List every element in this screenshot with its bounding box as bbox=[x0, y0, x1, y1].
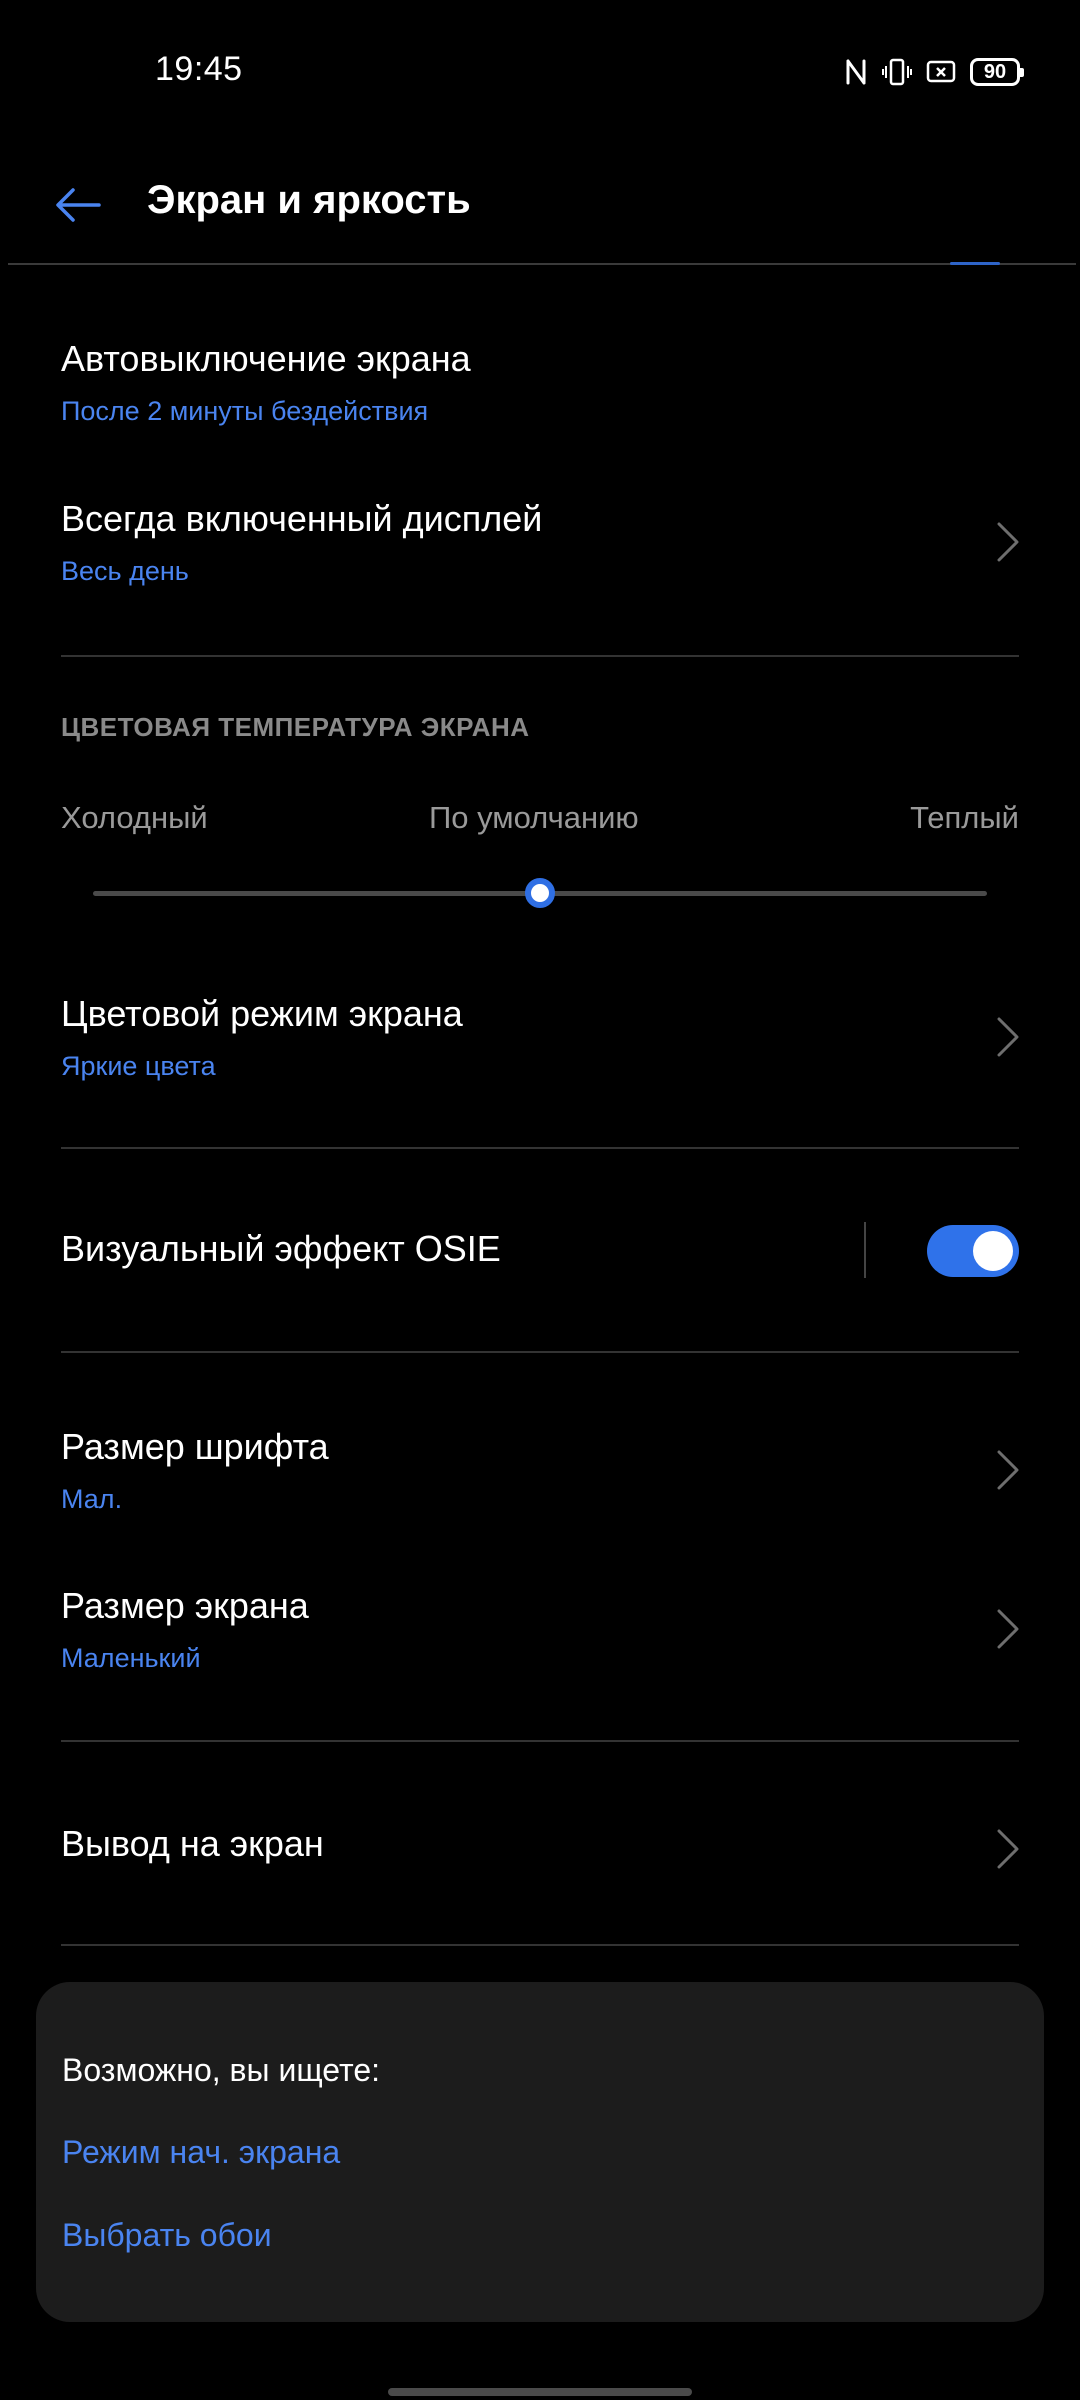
page-title: Экран и яркость bbox=[147, 178, 471, 222]
divider bbox=[61, 655, 1019, 657]
divider bbox=[61, 1351, 1019, 1353]
label-cold: Холодный bbox=[61, 800, 208, 835]
setting-always-on-display[interactable]: Всегда включенный дисплей Весь день bbox=[0, 490, 1080, 600]
setting-display-size[interactable]: Размер экрана Маленький bbox=[0, 1577, 1080, 1687]
display-brightness-screen: 19:45 90 Экран и яркость Автовыключение … bbox=[0, 0, 1080, 2400]
suggestions-title: Возможно, вы ищете: bbox=[62, 2052, 380, 2088]
label-warm: Теплый bbox=[910, 800, 1019, 835]
vibrate-icon bbox=[882, 57, 912, 87]
setting-title: Размер экрана bbox=[61, 1585, 309, 1626]
section-header-color-temperature: ЦВЕТОВАЯ ТЕМПЕРАТУРА ЭКРАНА bbox=[61, 712, 530, 742]
battery-icon: 90 bbox=[970, 58, 1024, 86]
battery-level: 90 bbox=[983, 60, 1007, 83]
setting-font-size[interactable]: Размер шрифта Мал. bbox=[0, 1418, 1080, 1528]
setting-value: Мал. bbox=[61, 1484, 123, 1514]
header-divider bbox=[8, 263, 1076, 265]
divider bbox=[61, 1147, 1019, 1149]
divider bbox=[61, 1740, 1019, 1742]
setting-value: Весь день bbox=[61, 556, 189, 586]
chevron-right-icon bbox=[997, 1450, 1019, 1490]
setting-title: Размер шрифта bbox=[61, 1426, 329, 1467]
nfc-icon bbox=[844, 58, 868, 86]
setting-osie-visual-effect: Визуальный эффект OSIE bbox=[0, 1220, 1080, 1290]
setting-title: Всегда включенный дисплей bbox=[61, 498, 543, 539]
chevron-right-icon bbox=[997, 522, 1019, 562]
status-time: 19:45 bbox=[155, 50, 243, 88]
toggle-separator bbox=[864, 1222, 866, 1278]
setting-color-mode[interactable]: Цветовой режим экрана Яркие цвета bbox=[0, 985, 1080, 1095]
setting-value: После 2 минуты бездействия bbox=[61, 396, 429, 426]
back-button[interactable] bbox=[48, 175, 108, 235]
toggle-knob bbox=[973, 1231, 1013, 1271]
screen-cast-icon bbox=[926, 59, 956, 85]
chevron-right-icon bbox=[997, 1609, 1019, 1649]
setting-title: Вывод на экран bbox=[61, 1823, 324, 1864]
setting-auto-screen-off[interactable]: Автовыключение экрана После 2 минуты без… bbox=[0, 330, 1080, 440]
status-icons: 90 bbox=[844, 52, 1024, 92]
chevron-right-icon bbox=[997, 1017, 1019, 1057]
home-indicator[interactable] bbox=[388, 2388, 692, 2396]
suggestion-link-choose-wallpaper[interactable]: Выбрать обои bbox=[62, 2217, 272, 2254]
chevron-right-icon bbox=[997, 1829, 1019, 1869]
setting-value: Маленький bbox=[61, 1643, 201, 1673]
color-temperature-slider-thumb[interactable] bbox=[525, 878, 555, 908]
setting-title: Визуальный эффект OSIE bbox=[61, 1228, 501, 1269]
suggestion-link-home-screen-mode[interactable]: Режим нач. экрана bbox=[62, 2134, 340, 2171]
setting-value: Яркие цвета bbox=[61, 1051, 216, 1081]
color-temperature-labels: Холодный По умолчанию Теплый bbox=[61, 800, 1019, 840]
setting-screen-cast[interactable]: Вывод на экран bbox=[0, 1815, 1080, 1895]
suggestions-card: Возможно, вы ищете: Режим нач. экрана Вы… bbox=[36, 1982, 1044, 2322]
status-bar: 19:45 90 bbox=[0, 0, 1080, 140]
setting-title: Цветовой режим экрана bbox=[61, 993, 463, 1034]
osie-toggle[interactable] bbox=[927, 1225, 1019, 1277]
setting-title: Автовыключение экрана bbox=[61, 338, 471, 379]
arrow-left-icon bbox=[56, 188, 101, 222]
divider bbox=[61, 1944, 1019, 1946]
app-bar: Экран и яркость bbox=[0, 150, 1080, 260]
scroll-indicator bbox=[950, 262, 1000, 265]
label-default: По умолчанию bbox=[429, 800, 639, 835]
